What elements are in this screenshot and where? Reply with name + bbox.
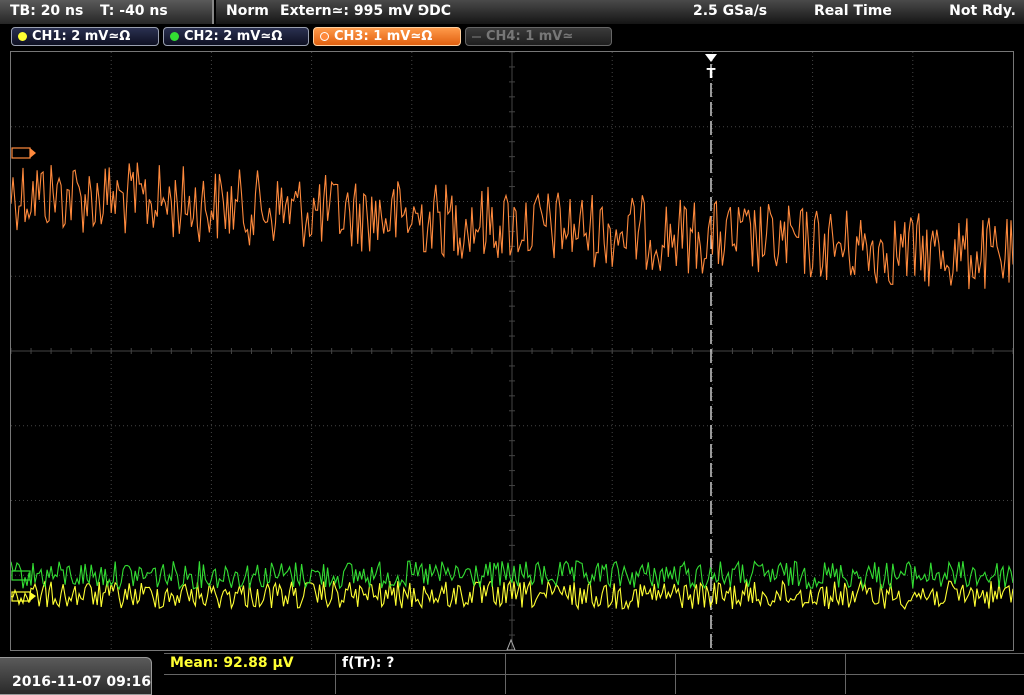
channel-3-indicator-icon [320, 32, 329, 41]
channel-4-button[interactable]: CH4: 1 mV≃ [465, 27, 612, 46]
datetime-value: 2016-11-07 09:16 [12, 674, 151, 690]
top-status-bar: TB: 20 ns T: -40 ns Norm Extern≃: 995 mV… [0, 0, 1024, 24]
measurement-slot-9[interactable] [676, 674, 846, 694]
channel-1-button[interactable]: CH1: 2 mV≃Ω [11, 27, 159, 46]
datetime-panel: 2016-11-07 09:16 [0, 657, 152, 695]
svg-text:T: T [707, 67, 716, 82]
trigger-status-panel: Norm Extern≃: 995 mV ⅁DC 2.5 GSa/s Real … [216, 0, 1024, 24]
waveform-display[interactable]: T [10, 51, 1014, 651]
measurement-slot-5[interactable] [846, 654, 1024, 674]
channel-4-label: CH4: 1 mV≃ [486, 29, 574, 44]
measurement-slot-4[interactable] [676, 654, 846, 674]
measurement-panel: Mean: 92.88 µV f(Tr): ? [164, 653, 1024, 695]
bottom-bar: 2016-11-07 09:16 Mean: 92.88 µV f(Tr): ? [0, 653, 1024, 695]
mean-measurement[interactable]: Mean: 92.88 µV [164, 654, 336, 674]
graticule-grid [10, 51, 1014, 651]
timebase-panel[interactable]: TB: 20 ns T: -40 ns [0, 0, 214, 24]
measurement-slot-10[interactable] [846, 674, 1024, 694]
measurement-slot-3[interactable] [506, 654, 676, 674]
trigger-source[interactable]: Extern≃: 995 mV ⅁DC [280, 3, 451, 19]
measurement-slot-7[interactable] [336, 674, 506, 694]
channel-3-button[interactable]: CH3: 1 mV≃Ω [313, 27, 461, 46]
channel-1-label: CH1: 2 mV≃Ω [32, 29, 131, 44]
channel-1-indicator-icon [18, 32, 27, 41]
channel-4-indicator-icon [472, 36, 481, 38]
measurement-slot-6[interactable] [164, 674, 336, 694]
channel-bar: CH1: 2 mV≃Ω CH2: 2 mV≃Ω CH3: 1 mV≃Ω CH4:… [0, 26, 1024, 48]
measurement-slot-8[interactable] [506, 674, 676, 694]
channel-2-indicator-icon [170, 32, 179, 41]
timebase-value[interactable]: TB: 20 ns [10, 3, 83, 19]
trigger-time-value[interactable]: T: -40 ns [100, 3, 168, 19]
channel-2-button[interactable]: CH2: 2 mV≃Ω [163, 27, 309, 46]
trigger-mode[interactable]: Norm [226, 3, 269, 19]
frequency-measurement[interactable]: f(Tr): ? [336, 654, 506, 674]
trigger-position-icon[interactable]: T [705, 54, 717, 82]
waveform-graticule[interactable]: T [10, 51, 1014, 651]
acquisition-mode[interactable]: Real Time [814, 3, 892, 19]
trigger-state: Not Rdy. [949, 3, 1016, 19]
channel-3-label: CH3: 1 mV≃Ω [334, 29, 433, 44]
horizontal-position-icon[interactable] [506, 638, 516, 651]
channel-2-label: CH2: 2 mV≃Ω [184, 29, 283, 44]
sample-rate[interactable]: 2.5 GSa/s [693, 3, 767, 19]
channel-3-ground-marker-icon[interactable] [11, 147, 36, 159]
